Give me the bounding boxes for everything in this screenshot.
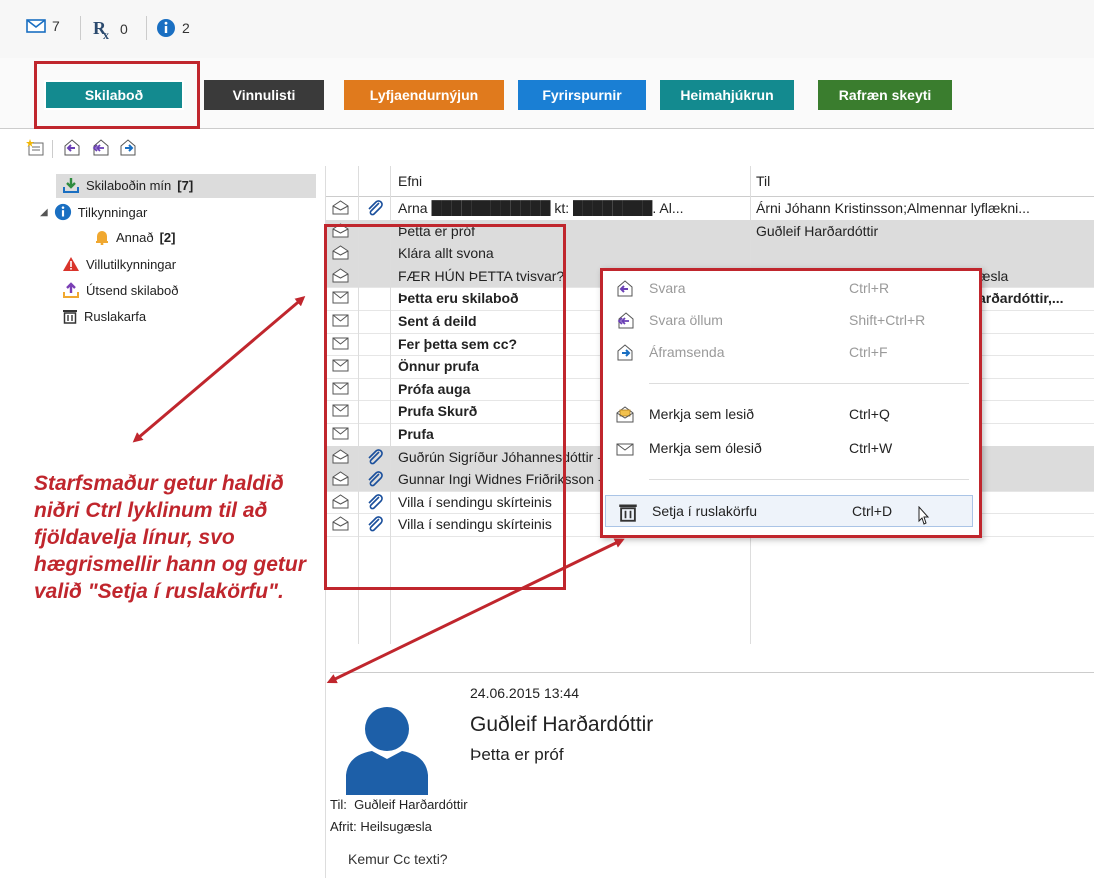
arrow-to-folders (132, 296, 306, 443)
annotation-arrows (132, 296, 625, 684)
arrow-to-trash-item (326, 538, 625, 684)
